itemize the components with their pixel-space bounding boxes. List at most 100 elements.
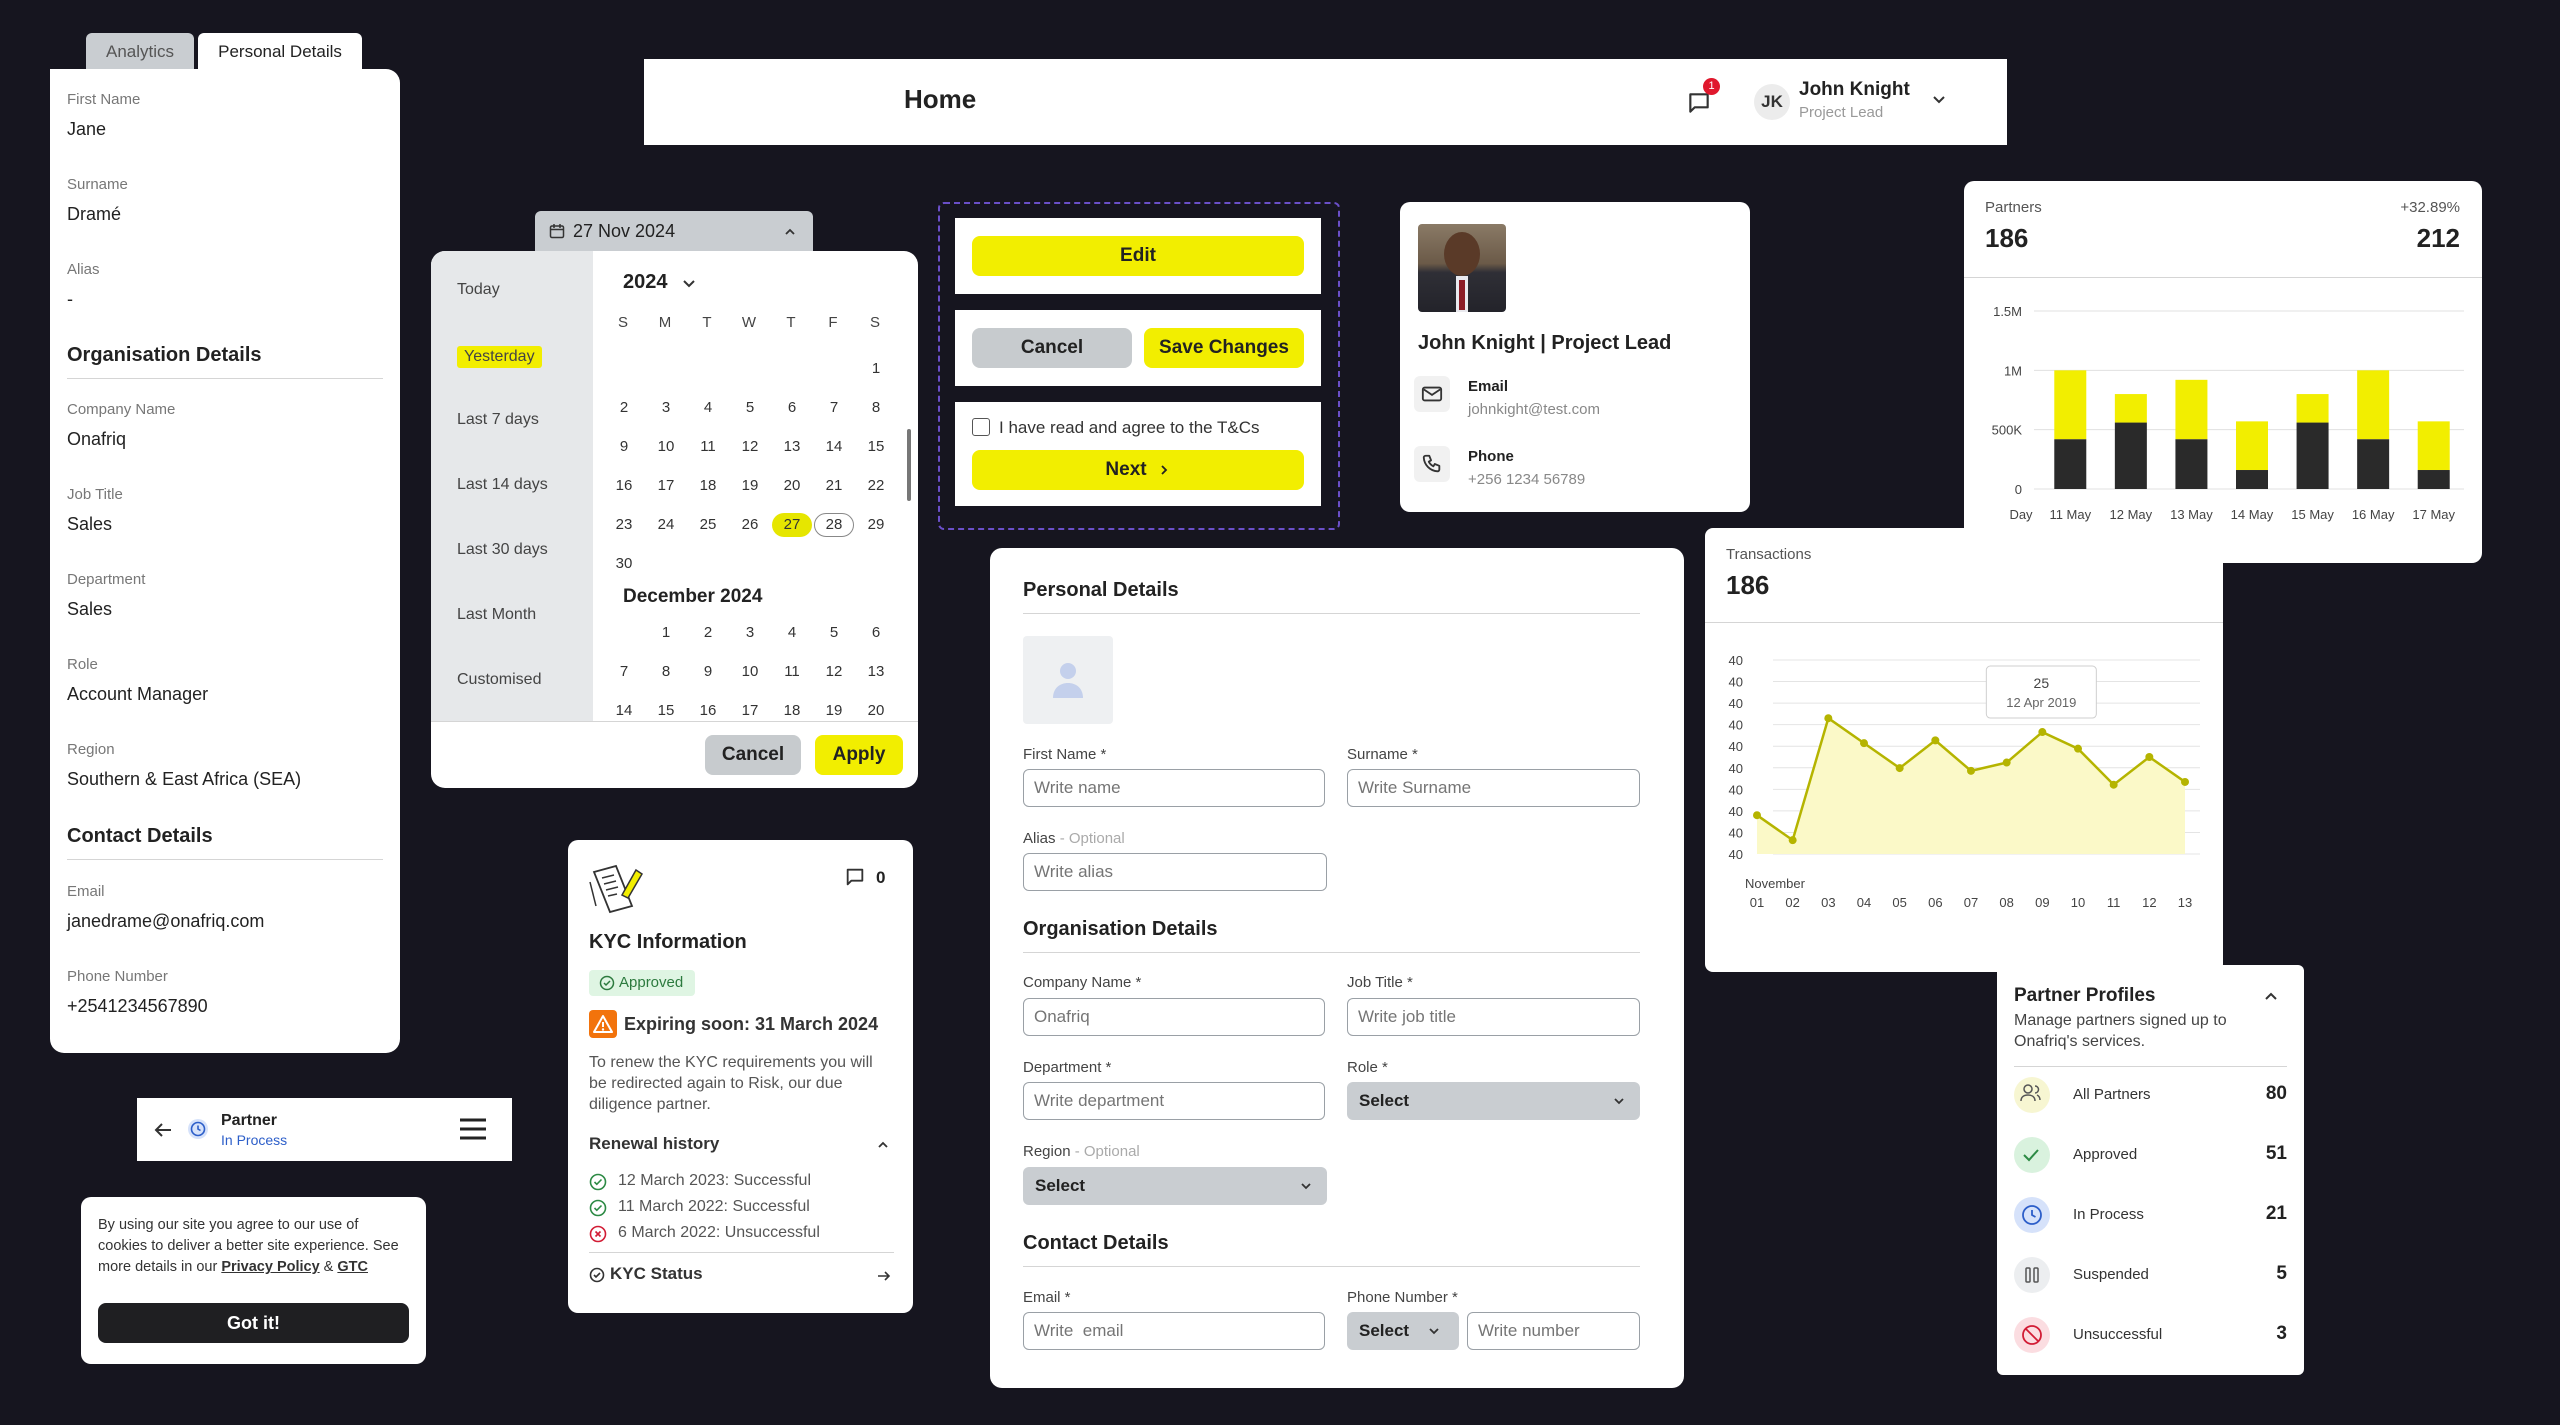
partner-status-label[interactable]: Unsuccessful xyxy=(2073,1326,2162,1343)
calendar-day[interactable]: 16 xyxy=(604,474,644,498)
preset-last-7-days[interactable]: Last 7 days xyxy=(457,411,539,429)
calendar-day[interactable]: 3 xyxy=(730,621,770,645)
calendar-day[interactable]: 24 xyxy=(646,513,686,537)
back-arrow-icon[interactable] xyxy=(152,1119,174,1141)
email-input[interactable] xyxy=(1023,1312,1325,1350)
got-it-button[interactable]: Got it! xyxy=(98,1303,409,1343)
data-point[interactable] xyxy=(1895,764,1904,773)
calendar-day[interactable]: 26 xyxy=(730,513,770,537)
alias-input[interactable] xyxy=(1023,853,1327,891)
preset-today[interactable]: Today xyxy=(457,281,500,299)
calendar-day[interactable]: 4 xyxy=(688,396,728,420)
calendar-day[interactable]: 25 xyxy=(688,513,728,537)
calendar-day[interactable]: 10 xyxy=(646,435,686,459)
region-select[interactable]: Select xyxy=(1023,1167,1327,1205)
data-point[interactable] xyxy=(1788,836,1797,845)
calendar-day[interactable]: 15 xyxy=(856,435,896,459)
data-point[interactable] xyxy=(2074,744,2082,753)
preset-yesterday[interactable]: Yesterday xyxy=(457,346,542,368)
calendar-day[interactable]: 13 xyxy=(772,435,812,459)
calendar-day[interactable]: 17 xyxy=(646,474,686,498)
partner-status-label[interactable]: Approved xyxy=(2073,1146,2137,1163)
calendar-day[interactable]: 9 xyxy=(604,435,644,459)
calendar-day[interactable]: 7 xyxy=(814,396,854,420)
data-point[interactable] xyxy=(1860,739,1868,748)
calendar-day[interactable]: 29 xyxy=(856,513,896,537)
calendar-day[interactable]: 5 xyxy=(730,396,770,420)
save-changes-button[interactable]: Save Changes xyxy=(1144,328,1304,368)
chevron-down-icon[interactable] xyxy=(680,275,698,293)
calendar-day[interactable]: 11 xyxy=(688,435,728,459)
next-button[interactable]: Next xyxy=(972,450,1304,490)
partner-status-label[interactable]: In Process xyxy=(2073,1206,2144,1223)
calendar-day[interactable]: 5 xyxy=(814,621,854,645)
apply-button[interactable]: Apply xyxy=(815,735,903,775)
data-point[interactable] xyxy=(1753,811,1761,820)
privacy-policy-link[interactable]: Privacy Policy xyxy=(221,1259,319,1275)
gtc-link[interactable]: GTC xyxy=(337,1259,368,1275)
calendar-day[interactable]: 6 xyxy=(856,621,896,645)
calendar-day[interactable]: 19 xyxy=(814,699,854,721)
data-point[interactable] xyxy=(1931,736,1940,745)
calendar-day[interactable]: 30 xyxy=(604,552,644,576)
partner-status-label[interactable]: All Partners xyxy=(2073,1086,2151,1103)
calendar-day[interactable]: 8 xyxy=(646,660,686,684)
data-point[interactable] xyxy=(1967,766,1975,775)
chevron-up-icon[interactable] xyxy=(2263,989,2279,1005)
kyc-status-link[interactable]: KYC Status xyxy=(610,1264,703,1284)
calendar-day[interactable]: 7 xyxy=(604,660,644,684)
calendar-day[interactable]: 20 xyxy=(856,699,896,721)
phone-number-input[interactable] xyxy=(1467,1312,1640,1350)
avatar-upload[interactable] xyxy=(1023,636,1113,724)
calendar-day[interactable]: 11 xyxy=(772,660,812,684)
calendar-day[interactable]: 22 xyxy=(856,474,896,498)
phone-value[interactable]: +256 1234 56789 xyxy=(1468,471,1585,488)
calendar-day[interactable]: 28 xyxy=(814,513,854,537)
email-value[interactable]: johnkight@test.com xyxy=(1468,401,1600,418)
tab-personal-details[interactable]: Personal Details xyxy=(198,33,362,71)
avatar[interactable]: JK xyxy=(1754,84,1790,120)
calendar-day[interactable]: 10 xyxy=(730,660,770,684)
first-name-input[interactable] xyxy=(1023,769,1325,807)
data-point[interactable] xyxy=(2109,780,2118,789)
calendar-day[interactable]: 18 xyxy=(772,699,812,721)
department-input[interactable] xyxy=(1023,1082,1325,1120)
calendar-day[interactable]: 27 xyxy=(772,513,812,537)
notifications-button[interactable]: 1 xyxy=(1686,78,1720,117)
job-title-input[interactable] xyxy=(1347,998,1640,1036)
calendar-day[interactable]: 15 xyxy=(646,699,686,721)
preset-last-month[interactable]: Last Month xyxy=(457,606,536,624)
surname-input[interactable] xyxy=(1347,769,1640,807)
calendar-day[interactable]: 9 xyxy=(688,660,728,684)
cancel-button[interactable]: Cancel xyxy=(705,735,801,775)
partner-status-label[interactable]: Suspended xyxy=(2073,1266,2149,1283)
data-point[interactable] xyxy=(2181,777,2189,786)
arrow-right-icon[interactable] xyxy=(876,1268,892,1284)
data-point[interactable] xyxy=(2145,753,2154,761)
comment-icon[interactable] xyxy=(844,866,866,888)
tab-analytics[interactable]: Analytics xyxy=(86,33,194,71)
calendar-day[interactable]: 23 xyxy=(604,513,644,537)
calendar-scrollbar[interactable] xyxy=(907,429,911,501)
calendar-day[interactable]: 14 xyxy=(814,435,854,459)
chevron-up-icon[interactable] xyxy=(876,1138,890,1152)
calendar-day[interactable]: 19 xyxy=(730,474,770,498)
calendar-day[interactable]: 3 xyxy=(646,396,686,420)
calendar-day[interactable]: 12 xyxy=(814,660,854,684)
year-selector[interactable]: 2024 xyxy=(623,271,668,294)
chevron-down-icon[interactable] xyxy=(1929,90,1949,110)
company-name-input[interactable] xyxy=(1023,998,1325,1036)
calendar-day[interactable]: 16 xyxy=(688,699,728,721)
data-point[interactable] xyxy=(2038,728,2047,737)
calendar-day[interactable]: 6 xyxy=(772,396,812,420)
calendar-day[interactable]: 21 xyxy=(814,474,854,498)
terms-checkbox[interactable] xyxy=(972,418,990,436)
calendar-day[interactable]: 17 xyxy=(730,699,770,721)
role-select[interactable]: Select xyxy=(1347,1082,1640,1120)
preset-last-30-days[interactable]: Last 30 days xyxy=(457,541,548,559)
calendar-day[interactable]: 14 xyxy=(604,699,644,721)
date-field[interactable]: 27 Nov 2024 xyxy=(535,211,813,251)
edit-button[interactable]: Edit xyxy=(972,236,1304,276)
hamburger-menu-icon[interactable] xyxy=(459,1118,487,1140)
calendar-day[interactable]: 20 xyxy=(772,474,812,498)
